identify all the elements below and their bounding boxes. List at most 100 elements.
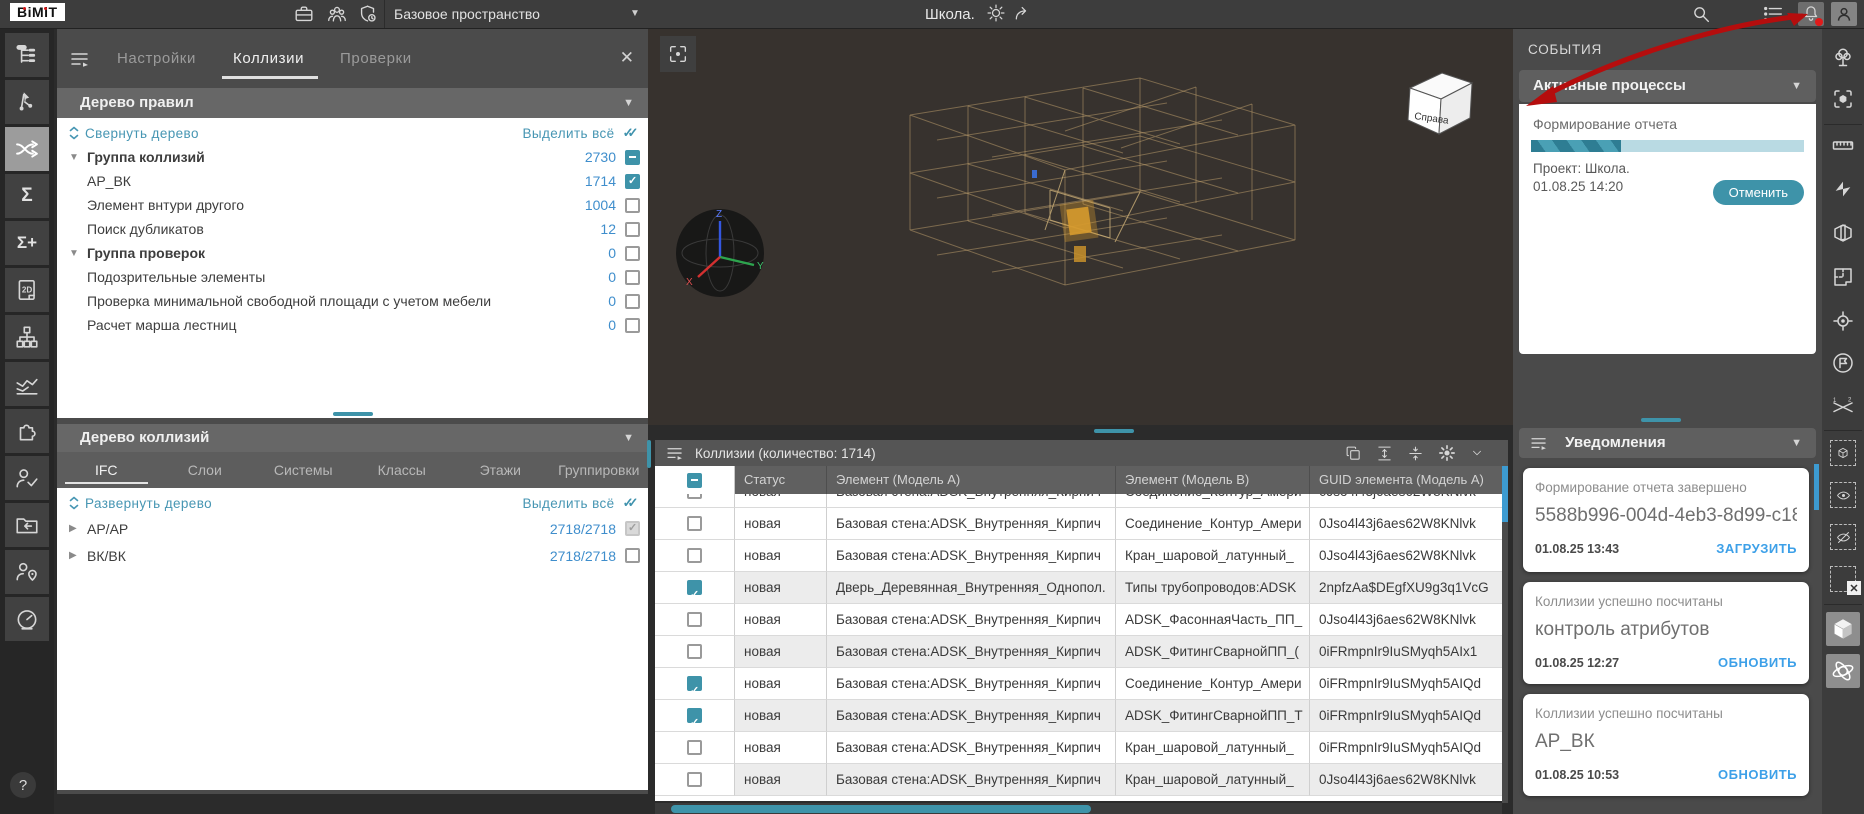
table-row[interactable]: новаяБазовая стена:ADSK_Внутренняя_Кирпи…	[655, 764, 1502, 796]
table-row[interactable]: новаяДверь_Деревянная_Внутренняя_Однопол…	[655, 572, 1502, 604]
collapse-expand-icon[interactable]	[69, 496, 79, 510]
checkbox-indeterminate[interactable]	[625, 150, 640, 165]
checkbox-indeterminate[interactable]	[687, 473, 702, 488]
folder-share-icon[interactable]	[5, 503, 49, 547]
focus-view-button[interactable]	[660, 36, 696, 72]
tree-row[interactable]: Проверка минимальной свободной площади с…	[57, 289, 648, 313]
clear-selection-icon[interactable]: ✕	[1826, 564, 1860, 594]
navigation-cube[interactable]: Справа	[1398, 66, 1482, 146]
tab-floors[interactable]: Этажи	[451, 452, 550, 488]
tree-row[interactable]: Подозрительные элементы0	[57, 265, 648, 289]
3d-viewport[interactable]: Справа Z Y X	[648, 28, 1513, 425]
shaded-cube-icon[interactable]	[1826, 612, 1860, 646]
double-check-icon[interactable]: ✓✓	[623, 125, 630, 141]
notification-card[interactable]: Коллизии успешно посчитаны АР_ВК 01.08.2…	[1523, 694, 1809, 796]
chevron-down-icon[interactable]: ▼	[630, 8, 640, 19]
select-all-link[interactable]: Выделить всё	[522, 126, 614, 141]
plugins-puzzle-icon[interactable]	[5, 409, 49, 453]
gauge-icon[interactable]	[5, 597, 49, 641]
tab-ifc[interactable]: IFC	[57, 452, 156, 488]
checkbox[interactable]	[687, 548, 702, 563]
checkbox[interactable]	[625, 198, 640, 213]
notifications-header[interactable]: Уведомления ▼	[1519, 428, 1816, 458]
sum-icon[interactable]: Σ	[5, 174, 49, 218]
wireframe-model[interactable]	[840, 70, 1320, 310]
select-all-link[interactable]: Выделить всё	[522, 496, 614, 511]
checkbox[interactable]	[687, 494, 702, 499]
collapse-tree-link[interactable]: Свернуть дерево	[85, 126, 199, 141]
tree-nature-icon[interactable]	[1826, 42, 1860, 72]
table-row[interactable]: новаяБазовая стена:ADSK_Внутренняя_Кирпи…	[655, 636, 1502, 668]
checkbox[interactable]	[625, 222, 640, 237]
org-chart-icon[interactable]	[5, 315, 49, 359]
checkbox[interactable]	[625, 548, 640, 563]
checkbox[interactable]	[687, 516, 702, 531]
checkbox-checked[interactable]	[625, 174, 640, 189]
hide-eye-icon[interactable]	[1826, 522, 1860, 552]
notifications-bell-icon[interactable]	[1798, 2, 1824, 26]
tree-row[interactable]: АР_ВК1714	[57, 169, 648, 193]
download-button[interactable]: ЗАГРУЗИТЬ	[1716, 541, 1797, 556]
chevron-down-icon[interactable]: ▼	[1791, 428, 1802, 458]
workspace-selector[interactable]: Базовое пространство	[394, 6, 540, 22]
checkbox-checked[interactable]	[687, 708, 702, 723]
checkbox[interactable]	[625, 294, 640, 309]
table-menu-icon[interactable]	[667, 447, 683, 460]
tree-row[interactable]: ▼Группа коллизий2730	[57, 145, 648, 169]
checkbox[interactable]	[625, 270, 640, 285]
tree-row[interactable]: ▶ВК/ВК2718/2718	[57, 542, 648, 569]
close-icon[interactable]: ✕	[620, 48, 634, 68]
ruler-icon[interactable]	[1826, 130, 1860, 160]
table-row[interactable]: новаяБазовая стена:ADSK_Внутренняя_Кирпи…	[655, 508, 1502, 540]
collapse-expand-icon[interactable]	[69, 126, 79, 140]
tab-checks[interactable]: Проверки	[340, 50, 412, 67]
user-location-icon[interactable]	[5, 550, 49, 594]
axis-gizmo[interactable]: Z Y X	[672, 205, 768, 301]
checkbox[interactable]	[625, 246, 640, 261]
notifications-menu-icon[interactable]	[1531, 437, 1547, 450]
select-all-checkbox-cell[interactable]	[655, 466, 735, 494]
fit-height-icon[interactable]	[1376, 445, 1393, 462]
bimit-logo[interactable]: BiMiT	[10, 3, 65, 21]
checkbox[interactable]	[687, 740, 702, 755]
share-icon[interactable]	[1013, 3, 1035, 25]
copy-icon[interactable]	[1345, 445, 1362, 462]
briefcase-icon[interactable]	[293, 3, 315, 25]
table-horizontal-scrollbar[interactable]	[655, 803, 1502, 814]
team-icon[interactable]	[326, 3, 348, 25]
checkbox[interactable]	[687, 644, 702, 659]
tab-classes[interactable]: Классы	[353, 452, 452, 488]
tree-row[interactable]: Расчет марша лестниц0	[57, 313, 648, 337]
panel-resize-handle[interactable]	[1641, 418, 1681, 422]
tree-row[interactable]: Элемент внтури другого1004	[57, 193, 648, 217]
column-header-element-a[interactable]: Элемент (Модель A)	[827, 466, 1116, 494]
collisions-icon[interactable]	[5, 127, 49, 171]
tab-layers[interactable]: Слои	[156, 452, 255, 488]
chevron-down-icon[interactable]: ▼	[623, 424, 634, 452]
notification-card[interactable]: Формирование отчета завершено 5588b996-0…	[1523, 468, 1809, 572]
notifications-scrollbar[interactable]	[1814, 464, 1819, 510]
checkbox-checked-disabled[interactable]	[625, 521, 640, 536]
search-icon[interactable]	[1690, 3, 1712, 25]
scrollbar-thumb[interactable]	[671, 805, 1091, 813]
chevron-down-icon[interactable]: ▼	[1791, 70, 1802, 102]
table-row[interactable]: новаяБазовая стена:ADSK_Внутренняя_Кирпи…	[655, 732, 1502, 764]
refresh-button[interactable]: ОБНОВИТЬ	[1718, 767, 1797, 782]
chevron-down-icon[interactable]: ▼	[623, 88, 634, 118]
tab-systems[interactable]: Системы	[254, 452, 353, 488]
help-button[interactable]: ?	[10, 772, 36, 798]
select-similar-icon[interactable]	[1826, 84, 1860, 114]
column-header-guid[interactable]: GUID элемента (Модель A)	[1310, 466, 1502, 494]
table-row[interactable]: новаяБазовая стена:ADSK_Внутренняя_Кирпи…	[655, 540, 1502, 572]
list-icon[interactable]	[1762, 3, 1784, 25]
panel-menu-icon[interactable]	[71, 52, 89, 67]
chart-icon[interactable]	[5, 362, 49, 406]
show-eye-icon[interactable]	[1826, 480, 1860, 510]
settings-gear-icon[interactable]	[1438, 444, 1456, 462]
orbit-icon[interactable]	[1826, 654, 1860, 688]
locate-icon[interactable]	[1826, 306, 1860, 336]
tab-collisions[interactable]: Коллизии	[233, 50, 304, 67]
table-row[interactable]: новаяБазовая стена:ADSK_Внутренняя_Кирпи…	[655, 494, 1502, 508]
cancel-button[interactable]: Отменить	[1713, 180, 1804, 205]
tree-row[interactable]: ▶АР/АР2718/2718	[57, 515, 648, 542]
